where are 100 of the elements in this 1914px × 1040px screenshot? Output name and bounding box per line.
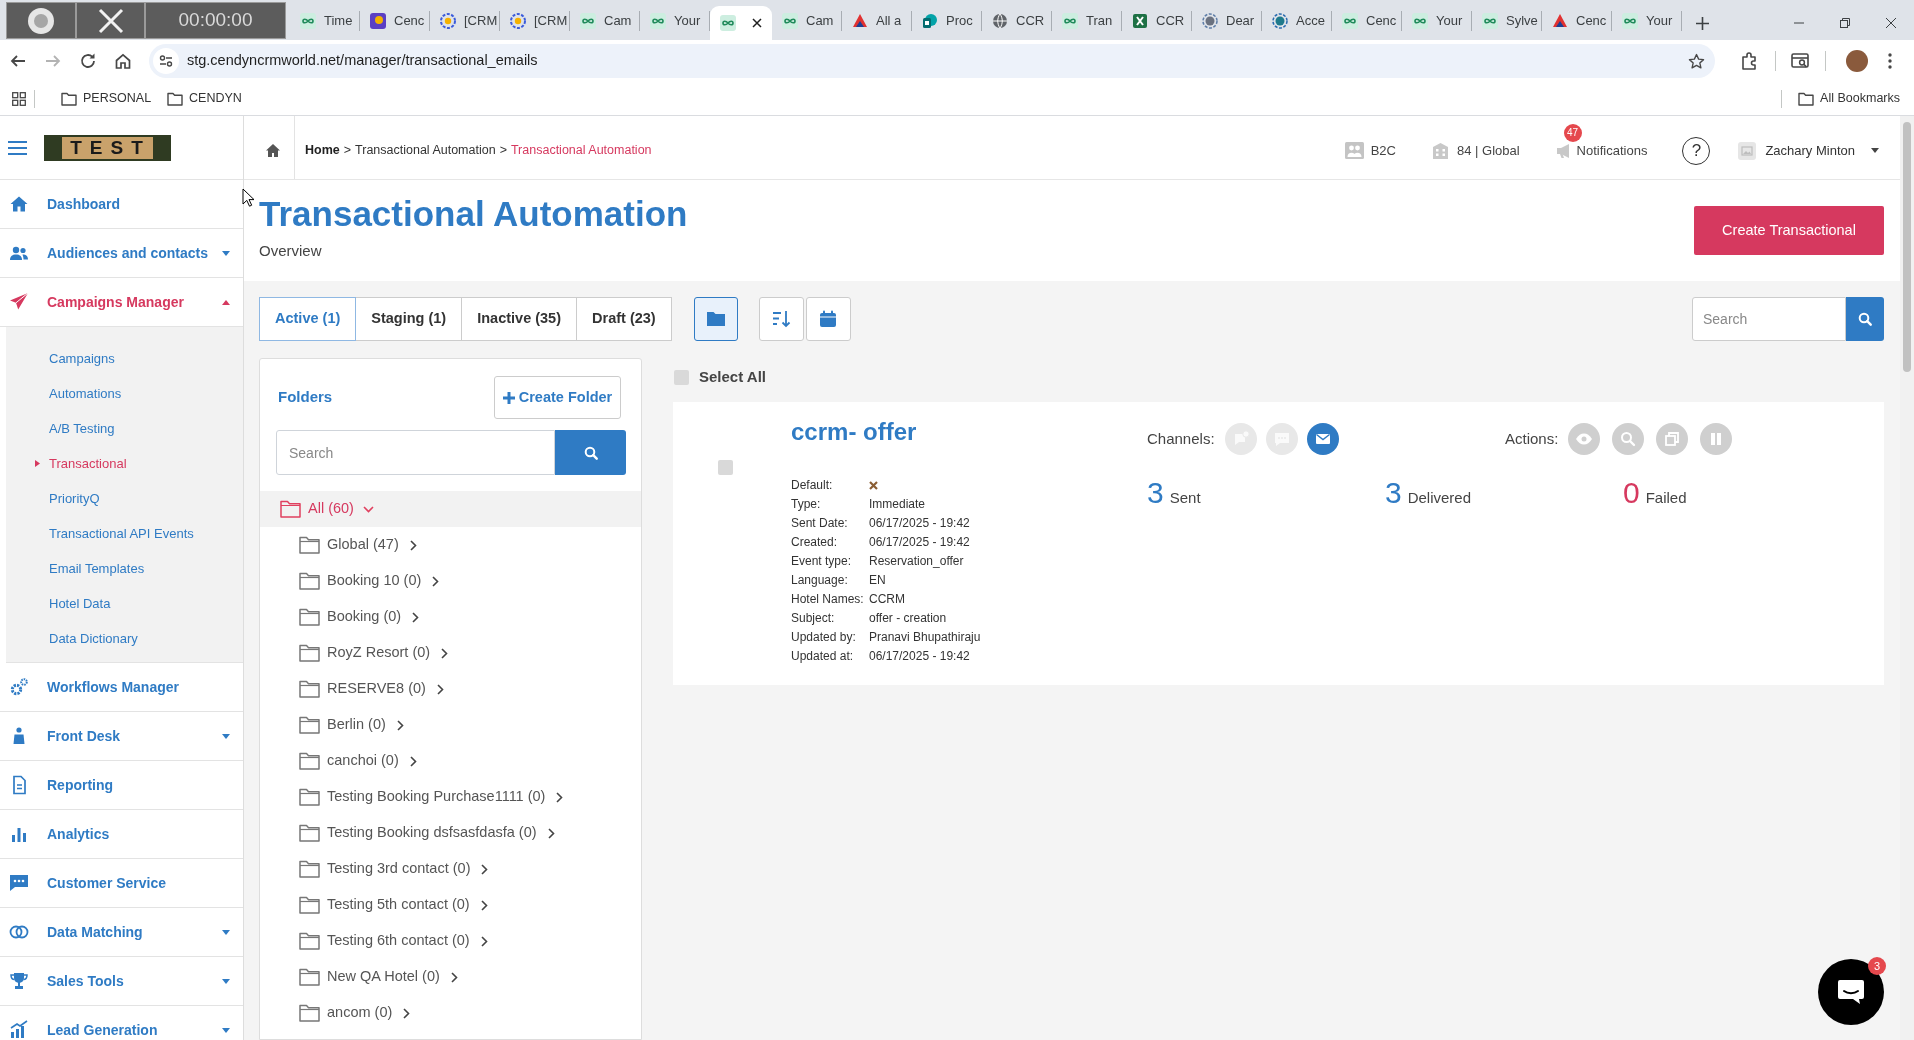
nav-item[interactable]: Front Desk	[0, 712, 243, 761]
folder-item[interactable]: Berlin (0)	[260, 707, 641, 743]
account-switcher[interactable]: B2C	[1370, 140, 1396, 161]
search-field[interactable]: Search	[276, 430, 555, 475]
caret-icon[interactable]	[1871, 148, 1879, 153]
caret-icon[interactable]	[222, 1027, 230, 1033]
chevron-right-icon[interactable]	[409, 539, 417, 551]
chevron-right-icon[interactable]	[556, 791, 564, 803]
browser-tab[interactable]: Your	[1402, 11, 1472, 31]
apps-grid-icon[interactable]	[12, 91, 26, 106]
site-info-icon[interactable]	[153, 48, 179, 74]
close-icon[interactable]	[1886, 18, 1896, 28]
folder-item[interactable]: Testing 5th contact (0)	[260, 887, 641, 923]
select-all-label[interactable]: Select All	[699, 365, 766, 389]
nav-item[interactable]: Analytics	[0, 810, 243, 859]
browser-tab[interactable]: Dear	[1192, 11, 1262, 31]
avatar-icon[interactable]	[1846, 50, 1868, 72]
filter-tab[interactable]: Draft (23)	[576, 297, 672, 341]
chevron-right-icon[interactable]	[480, 935, 488, 947]
browser-tab[interactable]: Cenc	[1542, 11, 1612, 31]
user-name[interactable]: Zachary Minton	[1765, 140, 1855, 161]
nav-item[interactable]: Workflows Manager	[0, 663, 243, 712]
tab-search-icon[interactable]	[1791, 52, 1809, 70]
checkbox[interactable]	[674, 369, 689, 385]
create-transactional-button[interactable]: Create Transactional	[1694, 206, 1884, 255]
folder-item[interactable]: Booking 10 (0)	[260, 563, 641, 599]
sort-button[interactable]	[758, 297, 804, 341]
chevron-right-icon[interactable]	[412, 611, 420, 623]
more-icon[interactable]	[1888, 53, 1892, 69]
nav-item[interactable]: Customer Service	[0, 859, 243, 908]
nav-subitem[interactable]: Data Dictionary	[6, 621, 243, 656]
nav-subitem[interactable]: Email Templates	[6, 551, 243, 586]
filter-tab[interactable]: Inactive (35)	[461, 297, 578, 341]
notifications-link[interactable]: Notifications	[1576, 140, 1648, 161]
chevron-right-icon[interactable]	[436, 683, 444, 695]
browser-tab[interactable]	[710, 6, 772, 40]
menu-icon[interactable]	[8, 140, 27, 155]
folder-item[interactable]: Testing 6th contact (0)	[260, 923, 641, 959]
folder-item[interactable]: Testing 3rd contact (0)	[260, 851, 641, 887]
search-button[interactable]	[555, 430, 626, 475]
browser-tab[interactable]: Cenc	[360, 11, 430, 31]
browser-tab[interactable]: [CRM	[430, 11, 500, 31]
folder-item[interactable]: RoyZ Resort (0)	[260, 635, 641, 671]
folder-item[interactable]: All (60)	[260, 491, 641, 527]
caret-icon[interactable]	[222, 733, 230, 739]
browser-tab[interactable]: CCR	[1122, 11, 1192, 31]
nav-subitem[interactable]: Transactional API Events	[6, 516, 243, 551]
browser-tab[interactable]: Cam	[570, 11, 640, 31]
bookmark-folder[interactable]: CENDYN	[189, 89, 242, 108]
browser-tab[interactable]: Sylve	[1472, 11, 1542, 31]
caret-icon[interactable]	[222, 299, 230, 305]
filter-tab[interactable]: Active (1)	[259, 297, 357, 341]
nav-item[interactable]: Dashboard	[0, 180, 243, 229]
search-button[interactable]	[1846, 297, 1884, 341]
browser-tab[interactable]: Cam	[772, 11, 842, 31]
folders-button[interactable]	[693, 297, 738, 341]
caret-icon[interactable]	[222, 929, 230, 935]
chevron-right-icon[interactable]	[432, 575, 440, 587]
folder-item[interactable]: Booking (0)	[260, 599, 641, 635]
nav-subitem[interactable]: Transactional	[6, 446, 243, 481]
chevron-right-icon[interactable]	[450, 971, 458, 983]
card-title[interactable]: ccrm- offer	[791, 418, 1147, 446]
record-button[interactable]	[6, 2, 76, 39]
bookmark-folder[interactable]: PERSONAL	[83, 89, 152, 108]
chevron-right-icon[interactable]	[547, 827, 555, 839]
home-icon[interactable]	[266, 144, 280, 157]
browser-tab[interactable]: Your	[1612, 11, 1682, 31]
folder-item[interactable]: New QA Hotel (0)	[260, 959, 641, 995]
folder-item[interactable]: Testing Booking Purchase1111 (0)	[260, 779, 641, 815]
nav-subitem[interactable]: Hotel Data	[6, 586, 243, 621]
scrollbar-thumb[interactable]	[1903, 122, 1911, 372]
caret-icon[interactable]	[222, 250, 230, 256]
chevron-right-icon[interactable]	[481, 863, 489, 875]
browser-tab[interactable]: Proc	[912, 11, 982, 31]
restore-icon[interactable]	[1840, 18, 1850, 28]
nav-item[interactable]: Sales Tools	[0, 957, 243, 1006]
filter-tab[interactable]: Staging (1)	[355, 297, 463, 341]
nav-subitem[interactable]: PriorityQ	[6, 481, 243, 516]
url-text[interactable]: stg.cendyncrmworld.net/manager/transactional_emails	[187, 50, 538, 72]
new-tab-icon[interactable]	[1696, 16, 1709, 30]
chevron-right-icon[interactable]	[441, 647, 449, 659]
browser-tab[interactable]: Tran	[1052, 11, 1122, 31]
nav-item[interactable]: Lead Generation	[0, 1006, 243, 1040]
browser-tab[interactable]: [CRM	[500, 11, 570, 31]
nav-subitem[interactable]: A/B Testing	[6, 411, 243, 446]
browser-tab[interactable]: Acce	[1262, 11, 1332, 31]
chevron-right-icon[interactable]	[480, 899, 488, 911]
browser-tab[interactable]: Your	[640, 11, 710, 31]
nav-item[interactable]: Reporting	[0, 761, 243, 810]
folder-item[interactable]: ancom (0)	[260, 995, 641, 1031]
breadcrumb-link[interactable]: Home	[305, 141, 340, 160]
bookmark-folder[interactable]: All Bookmarks	[1820, 89, 1900, 108]
search-field[interactable]: Search	[1692, 297, 1846, 341]
browser-tab[interactable]: CCR	[982, 11, 1052, 31]
nav-subitem[interactable]: Campaigns	[6, 341, 243, 376]
folder-item[interactable]: Global (47)	[260, 527, 641, 563]
calendar-button[interactable]	[805, 297, 851, 341]
star-icon[interactable]	[1688, 52, 1705, 70]
nav-subitem[interactable]: Automations	[6, 376, 243, 411]
folder-item[interactable]: canchoi (0)	[260, 743, 641, 779]
